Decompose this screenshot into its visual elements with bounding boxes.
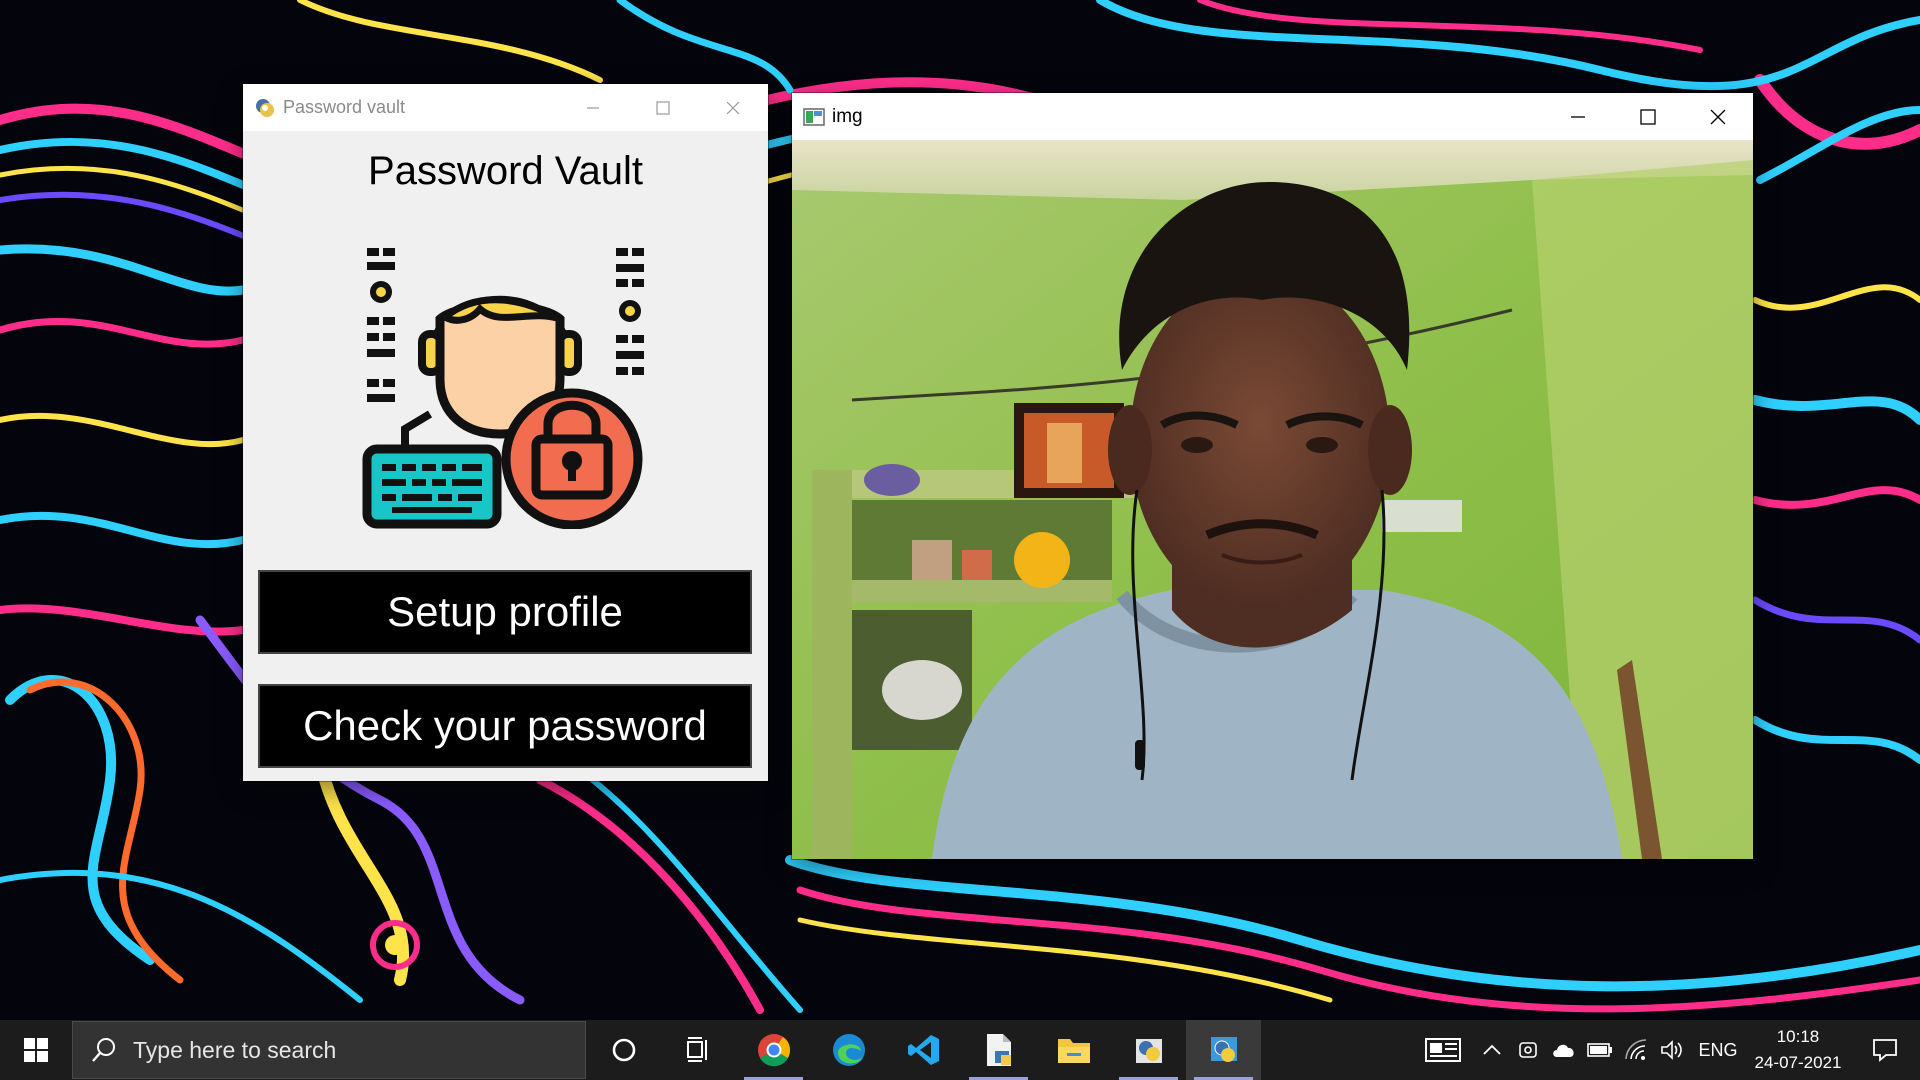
vault-titlebar[interactable]: Password vault xyxy=(243,84,768,131)
taskbar-edge[interactable] xyxy=(811,1020,886,1080)
python-idle-icon xyxy=(1135,1039,1162,1063)
python-feather-icon xyxy=(253,97,277,119)
taskbar-vscode[interactable] xyxy=(886,1020,961,1080)
taskbar-clock[interactable]: 10:18 24-07-2021 xyxy=(1746,1024,1850,1076)
start-button[interactable] xyxy=(0,1020,72,1080)
close-button[interactable] xyxy=(698,84,768,131)
close-icon xyxy=(726,101,740,114)
volume-button[interactable] xyxy=(1654,1020,1690,1080)
taskbar-python-app[interactable] xyxy=(1186,1020,1261,1080)
file-explorer-icon xyxy=(1057,1039,1090,1063)
onedrive-button[interactable] xyxy=(1546,1020,1582,1080)
show-hidden-icons-button[interactable] xyxy=(1474,1020,1510,1080)
meet-now-button[interactable] xyxy=(1510,1020,1546,1080)
taskbar-chrome[interactable] xyxy=(736,1020,811,1080)
news-button[interactable] xyxy=(1412,1020,1474,1080)
password-vault-window[interactable]: Password vault Password Vault Setup prof… xyxy=(243,84,768,781)
camera-feed xyxy=(792,140,1753,859)
close-button[interactable] xyxy=(1683,93,1753,140)
maximize-button[interactable] xyxy=(1613,93,1683,140)
minimize-button[interactable] xyxy=(1543,93,1613,140)
cortana-button[interactable] xyxy=(586,1020,661,1080)
python-app-icon xyxy=(1210,1037,1237,1062)
clock-date: 24-07-2021 xyxy=(1754,1053,1842,1072)
close-icon xyxy=(1710,109,1726,124)
maximize-button[interactable] xyxy=(628,84,698,131)
task-view-button[interactable] xyxy=(661,1020,736,1080)
battery-icon xyxy=(1587,1043,1612,1057)
system-tray: ENG 10:18 24-07-2021 xyxy=(1412,1020,1920,1080)
search-icon xyxy=(92,1038,115,1062)
minimize-icon xyxy=(1571,115,1585,118)
img-window[interactable]: img xyxy=(792,93,1753,859)
task-view-icon xyxy=(686,1037,707,1062)
vscode-icon xyxy=(907,1035,939,1065)
opencv-window-icon xyxy=(802,106,826,128)
minimize-button[interactable] xyxy=(558,84,628,131)
windows-logo-icon xyxy=(24,1038,48,1062)
battery-button[interactable] xyxy=(1582,1020,1618,1080)
chrome-icon xyxy=(757,1034,790,1067)
taskbar: Type here to search ENG 10:18 24-07-2021 xyxy=(0,1020,1920,1080)
img-titlebar[interactable]: img xyxy=(792,93,1753,140)
password-vault-logo-icon xyxy=(362,248,644,529)
news-icon xyxy=(1425,1038,1461,1062)
maximize-icon xyxy=(1640,108,1656,125)
input-language[interactable]: ENG xyxy=(1690,1040,1746,1061)
edge-icon xyxy=(832,1034,865,1066)
search-placeholder: Type here to search xyxy=(133,1036,337,1063)
setup-profile-button[interactable]: Setup profile xyxy=(258,570,752,654)
minimize-icon xyxy=(587,106,599,109)
taskbar-file-explorer[interactable] xyxy=(1036,1020,1111,1080)
speaker-icon xyxy=(1661,1040,1682,1060)
clock-time: 10:18 xyxy=(1776,1027,1820,1046)
wifi-icon xyxy=(1625,1039,1647,1060)
notification-icon xyxy=(1873,1039,1897,1062)
taskbar-file[interactable] xyxy=(961,1020,1036,1080)
action-center-button[interactable] xyxy=(1850,1020,1920,1080)
cloud-icon xyxy=(1553,1044,1574,1057)
network-button[interactable] xyxy=(1618,1020,1654,1080)
camera-icon xyxy=(1519,1042,1537,1058)
maximize-icon xyxy=(656,100,670,115)
chevron-up-icon xyxy=(1483,1044,1501,1055)
taskbar-search-box[interactable]: Type here to search xyxy=(72,1021,586,1079)
webcam-image xyxy=(792,140,1753,859)
check-password-button[interactable]: Check your password xyxy=(258,684,752,768)
vault-window-title: Password vault xyxy=(283,97,406,117)
img-window-title: img xyxy=(832,105,863,127)
file-icon xyxy=(986,1034,1011,1066)
vault-heading: Password Vault xyxy=(368,149,643,193)
cortana-icon xyxy=(612,1038,635,1062)
taskbar-python-idle[interactable] xyxy=(1111,1020,1186,1080)
